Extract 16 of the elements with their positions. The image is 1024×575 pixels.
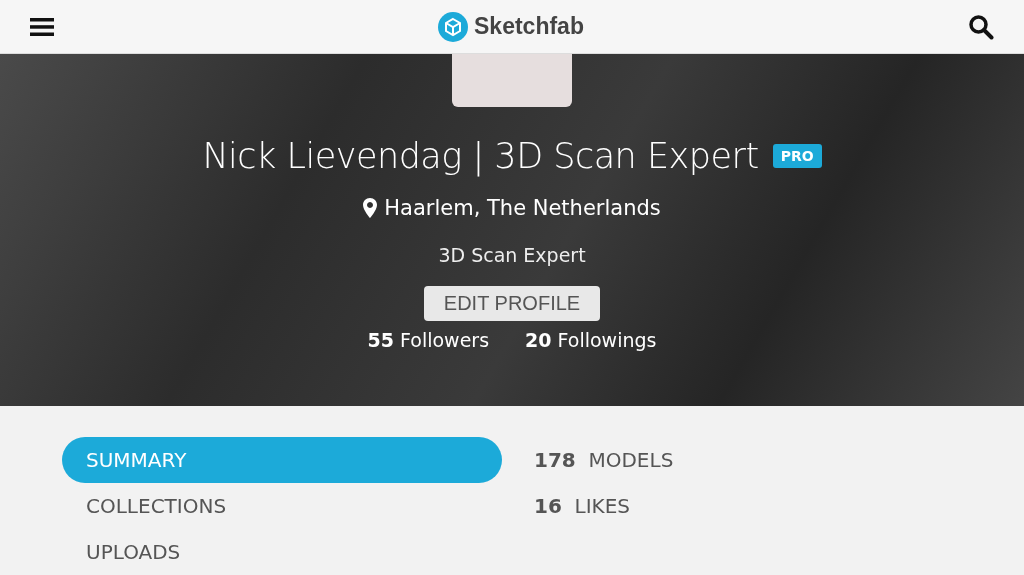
edit-profile-button[interactable]: EDIT PROFILE xyxy=(423,286,601,321)
count-stat: 16 LIKES xyxy=(534,493,632,520)
profile-tagline: 3D Scan Expert xyxy=(438,244,586,266)
stat-link[interactable]: 20 Followings xyxy=(525,329,657,351)
location-text: Haarlem, The Netherlands xyxy=(384,196,661,220)
profile-tab[interactable]: UPLOADS xyxy=(62,529,502,575)
pro-badge: PRO xyxy=(772,144,822,168)
count-stat: 178 MODELS xyxy=(534,447,674,474)
cube-logo-icon xyxy=(438,11,469,42)
search-icon[interactable] xyxy=(968,13,994,40)
menu-icon[interactable] xyxy=(30,16,54,37)
profile-name: Nick Lievendag | 3D Scan Expert xyxy=(202,136,759,176)
location-pin-icon xyxy=(363,198,378,218)
logo-text[interactable]: Sketchfab xyxy=(474,13,584,40)
stat-link[interactable]: 55 Followers xyxy=(367,329,490,351)
profile-tab[interactable]: COLLECTIONS xyxy=(62,483,502,529)
